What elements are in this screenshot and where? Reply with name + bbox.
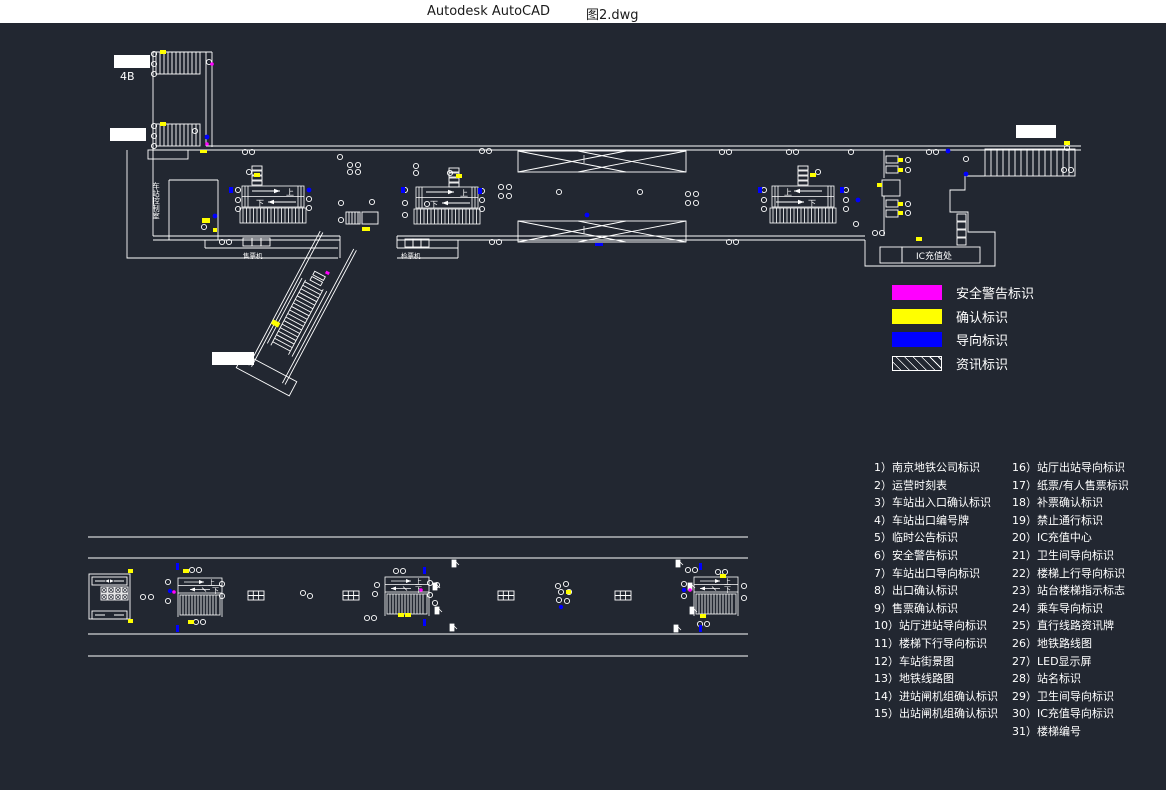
guide-swatch — [892, 332, 942, 347]
safety-swatch — [892, 285, 942, 300]
note-item: 17）纸票/有人售票标识 — [1012, 477, 1129, 495]
note-item: 30）IC充值导向标识 — [1012, 705, 1129, 723]
legend-row-info: 资讯标识 — [892, 352, 1034, 376]
note-item: 21）卫生间导向标识 — [1012, 547, 1129, 565]
escalator-unit — [240, 186, 306, 223]
note-item: 6）安全警告标识 — [874, 547, 998, 565]
note-item: 19）禁止通行标识 — [1012, 512, 1129, 530]
info-swatch — [892, 356, 942, 371]
void-opening-bottom — [518, 221, 686, 242]
note-item: 15）出站闸机组确认标识 — [874, 705, 998, 723]
legend-label: 安全警告标识 — [956, 283, 1034, 302]
legend-label: 导向标识 — [956, 330, 1008, 349]
note-item: 8）出口确认标识 — [874, 582, 998, 600]
note-item: 10）站厅进站导向标识 — [874, 617, 998, 635]
note-item: 7）车站出口导向标识 — [874, 565, 998, 583]
note-item: 28）站名标识 — [1012, 670, 1129, 688]
note-item: 4）车站出口编号牌 — [874, 512, 998, 530]
note-item: 31）楼梯编号 — [1012, 723, 1129, 741]
platform-stair-unit — [385, 577, 429, 616]
note-item: 26）地铁路线图 — [1012, 635, 1129, 653]
concourse-sign-markers — [151, 50, 1073, 246]
note-item: 11）楼梯下行导向标识 — [874, 635, 998, 653]
platform-stair-unit — [694, 577, 738, 616]
escalator-up-label: 上 — [286, 188, 294, 197]
notes-column-2: 16）站厅出站导向标识 17）纸票/有人售票标识 18）补票确认标识 19）禁止… — [1012, 459, 1129, 741]
note-item: 24）乘车导向标识 — [1012, 600, 1129, 618]
escalator-up-label: 上 — [784, 188, 792, 197]
void-opening-top — [518, 151, 686, 172]
label-block — [212, 352, 254, 365]
note-item: 5）临时公告标识 — [874, 529, 998, 547]
note-item: 12）车站街景图 — [874, 653, 998, 671]
ic-recharge-label: IC充值处 — [916, 250, 952, 262]
note-item: 9）售票确认标识 — [874, 600, 998, 618]
escalator-down-label: 下 — [430, 200, 438, 209]
legend-label: 资讯标识 — [956, 354, 1008, 373]
notes-column-1: 1）南京地铁公司标识 2）运营时刻表 3）车站出入口确认标识 4）车站出口编号牌… — [874, 459, 998, 723]
label-block — [1016, 125, 1056, 138]
platform-down-label: 下 — [724, 586, 731, 594]
confirm-swatch — [892, 309, 942, 324]
platform-down-label: 下 — [212, 587, 219, 595]
control-room-label: 车站控制室 — [151, 181, 160, 220]
legend-label: 确认标识 — [956, 307, 1008, 326]
note-item: 22）楼梯上行导向标识 — [1012, 565, 1129, 583]
legend-row-confirm: 确认标识 — [892, 305, 1034, 329]
escalator-up-label: 上 — [460, 189, 468, 198]
legend: 安全警告标识 确认标识 导向标识 资讯标识 — [892, 281, 1034, 375]
note-item: 14）进站闸机组确认标识 — [874, 688, 998, 706]
legend-row-safety: 安全警告标识 — [892, 281, 1034, 305]
note-item: 18）补票确认标识 — [1012, 494, 1129, 512]
platform-up-label: 上 — [724, 577, 731, 586]
escalator-unit — [770, 186, 836, 223]
label-block — [114, 55, 150, 68]
note-item: 1）南京地铁公司标识 — [874, 459, 998, 477]
platform-sign-markers — [128, 560, 747, 632]
note-item: 25）直行线路资讯牌 — [1012, 617, 1129, 635]
legend-row-guide: 导向标识 — [892, 328, 1034, 352]
escalator-down-label: 下 — [808, 199, 816, 208]
autocad-window: Autodesk AutoCAD 图2.dwg — [0, 0, 1166, 790]
note-item: 29）卫生间导向标识 — [1012, 688, 1129, 706]
gate-label: 检票机 — [401, 251, 421, 260]
platform-up-label: 上 — [208, 578, 215, 587]
tvm-label: 售票机 — [243, 251, 263, 260]
label-block — [110, 128, 146, 141]
note-item: 2）运营时刻表 — [874, 477, 998, 495]
platform-stair-unit — [178, 578, 222, 617]
note-item: 20）IC充值中心 — [1012, 529, 1129, 547]
platform-up-label: 上 — [415, 577, 422, 586]
platform-plan — [88, 537, 748, 656]
note-item: 16）站厅出站导向标识 — [1012, 459, 1129, 477]
entrance-4b-label: 4B — [120, 70, 135, 83]
note-item: 23）站台楼梯指示标志 — [1012, 582, 1129, 600]
note-item: 3）车站出入口确认标识 — [874, 494, 998, 512]
note-item: 27）LED显示屏 — [1012, 653, 1129, 671]
note-item: 13）地铁线路图 — [874, 670, 998, 688]
escalator-down-label: 下 — [256, 199, 264, 208]
escalator-unit — [414, 187, 480, 224]
